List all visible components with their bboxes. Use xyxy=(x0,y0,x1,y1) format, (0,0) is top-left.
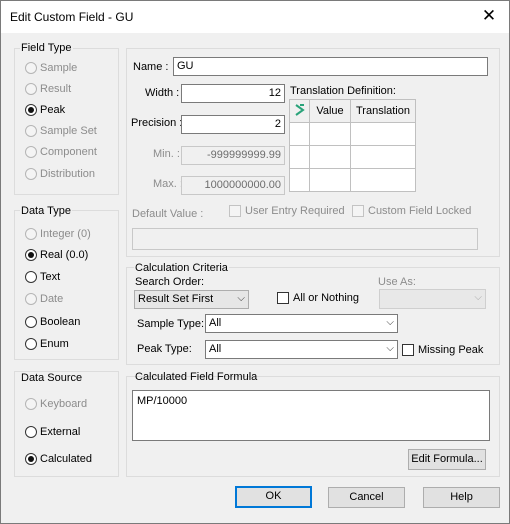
data-type-real-radio[interactable]: Real (0.0) xyxy=(25,249,88,261)
help-button[interactable]: Help xyxy=(423,487,500,508)
edit-custom-field-dialog: Edit Custom Field - GU ✕ Field Type Samp… xyxy=(0,0,510,524)
table-row[interactable] xyxy=(289,168,416,192)
cancel-button[interactable]: Cancel xyxy=(328,487,405,508)
sample-type-select[interactable]: All ⌵ xyxy=(205,314,398,333)
calculation-criteria-label: Calculation Criteria xyxy=(134,262,229,274)
search-order-label: Search Order: xyxy=(135,276,205,288)
field-type-label: Field Type xyxy=(20,42,73,54)
min-label: Min. : xyxy=(153,148,180,160)
default-value-input xyxy=(132,228,478,250)
data-type-text-radio[interactable]: Text xyxy=(25,271,60,283)
close-button[interactable]: ✕ xyxy=(477,5,501,29)
search-order-select[interactable]: Result Set First ⌵ xyxy=(134,290,249,309)
data-source-calculated-radio[interactable]: Calculated xyxy=(25,453,92,465)
translation-value-header[interactable]: Value xyxy=(309,99,351,123)
field-type-sample-set-radio[interactable]: Sample Set xyxy=(25,125,97,137)
field-type-peak-radio[interactable]: Peak xyxy=(25,104,65,116)
use-as-label: Use As: xyxy=(378,276,416,288)
precision-label: Precision : xyxy=(131,117,183,129)
data-source-external-radio[interactable]: External xyxy=(25,426,80,438)
data-type-label: Data Type xyxy=(20,205,72,217)
use-as-select[interactable]: ⌵ xyxy=(379,289,486,309)
name-input[interactable]: GU xyxy=(173,57,488,76)
data-type-date-radio[interactable]: Date xyxy=(25,293,63,305)
ok-button[interactable]: OK xyxy=(235,486,312,508)
table-row[interactable] xyxy=(289,145,416,169)
table-row[interactable] xyxy=(289,122,416,146)
default-value-label: Default Value : xyxy=(132,208,204,220)
row-marker-icon xyxy=(294,103,305,116)
data-type-boolean-radio[interactable]: Boolean xyxy=(25,316,80,328)
user-entry-required-checkbox[interactable]: User Entry Required xyxy=(229,205,345,217)
custom-field-locked-checkbox[interactable]: Custom Field Locked xyxy=(352,205,471,217)
peak-type-label: Peak Type: xyxy=(137,343,192,355)
translation-translation-header[interactable]: Translation xyxy=(350,99,416,123)
field-type-result-radio[interactable]: Result xyxy=(25,83,71,95)
field-type-distribution-radio[interactable]: Distribution xyxy=(25,168,95,180)
data-type-enum-radio[interactable]: Enum xyxy=(25,338,69,350)
all-or-nothing-checkbox[interactable]: All or Nothing xyxy=(277,292,359,304)
translation-definition-label: Translation Definition: xyxy=(290,85,396,97)
formula-label: Calculated Field Formula xyxy=(135,371,258,383)
max-input: 1000000000.00 xyxy=(181,176,285,195)
field-type-component-radio[interactable]: Component xyxy=(25,146,97,158)
title-bar: Edit Custom Field - GU ✕ xyxy=(1,1,509,33)
field-type-sample-radio[interactable]: Sample xyxy=(25,62,77,74)
name-label: Name : xyxy=(133,61,169,73)
width-label: Width : xyxy=(145,87,180,99)
row-header-cell xyxy=(289,99,310,123)
sample-type-label: Sample Type: xyxy=(137,318,205,330)
missing-peak-checkbox[interactable]: Missing Peak xyxy=(402,344,483,356)
max-label: Max. : xyxy=(153,178,183,190)
precision-input[interactable]: 2 xyxy=(181,115,285,134)
edit-formula-button[interactable]: Edit Formula... xyxy=(408,449,486,470)
dialog-title: Edit Custom Field - GU xyxy=(10,10,134,24)
formula-textarea[interactable]: MP/10000 xyxy=(132,390,490,441)
peak-type-select[interactable]: All ⌵ xyxy=(205,340,398,359)
width-input[interactable]: 12 xyxy=(181,84,285,103)
min-input: -999999999.99 xyxy=(181,146,285,165)
data-source-keyboard-radio[interactable]: Keyboard xyxy=(25,398,87,410)
translation-table[interactable]: Value Translation xyxy=(289,99,416,192)
close-icon: ✕ xyxy=(481,6,497,25)
data-source-label: Data Source xyxy=(20,372,84,384)
data-type-integer-radio[interactable]: Integer (0) xyxy=(25,228,91,240)
